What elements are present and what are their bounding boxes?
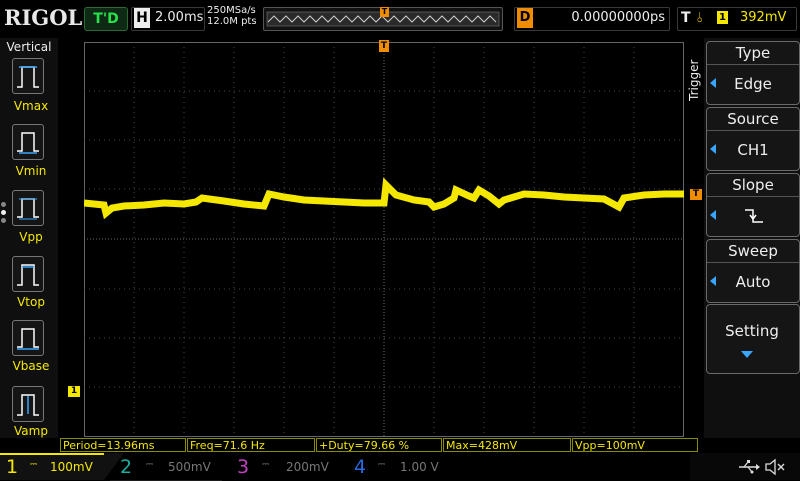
usb-icon [739,460,760,474]
page-dot [1,218,6,223]
ch2-number: 2 [120,456,133,478]
vamp-label: Vamp [14,424,48,438]
trigger-edge-icon: ⫰ [697,10,704,26]
ch3-scale: 200mV [286,460,329,474]
measurement-duty[interactable]: +Duty=79.66 % [316,438,442,452]
trigger-type-title: Type [707,42,799,65]
ch1-number: 1 [6,456,19,478]
trigger-sweep-value: Auto [735,273,771,291]
memory-depth: 12.0M pts [207,16,257,27]
trigger-level-value: 392mV [740,10,787,25]
trigger-source-title: Source [707,108,799,131]
vamp-icon [17,394,39,416]
vbase-button[interactable] [12,320,44,356]
trigger-type-value: Edge [734,75,772,93]
page-dot-active [1,210,6,215]
vmin-icon [17,132,39,154]
ch1-coupling-icon: ⎓ [30,460,38,470]
horizontal-letter: H [134,8,150,28]
ch2-scale: 500mV [168,460,211,474]
vpp-icon [17,198,39,220]
trigger-source-badge: 1 [717,11,728,24]
left-arrow-icon [710,210,716,220]
measure-menu-title: Vertical [6,40,52,54]
ch3-coupling-icon: ⎓ [262,460,270,470]
waveform-graticule[interactable] [84,42,684,437]
ch2-coupling-icon: ⎓ [146,460,154,470]
acquisition-info: 250MSa/s 12.0M pts [207,5,257,27]
ch4-scale: 1.00 V [400,460,439,474]
brand-logo: RIGOL [4,5,83,30]
vbase-label: Vbase [12,359,50,373]
trigger-source-button[interactable]: Source CH1 [706,107,800,171]
vmax-icon [17,66,39,88]
ch1-scale: 100mV [50,460,93,474]
vmin-label: Vmin [15,164,47,178]
timebase-value: 2.00ms [155,10,204,25]
falling-edge-icon [745,209,763,223]
trigger-level-marker[interactable]: T [690,189,702,200]
vpp-label: Vpp [19,230,43,244]
memory-trigger-marker: T [380,7,389,17]
vtop-icon [17,264,39,286]
vpp-button[interactable] [12,190,44,226]
measurement-vpp[interactable]: Vpp=100mV [572,438,698,452]
page-indicator [1,202,7,226]
delay-letter: D [517,8,533,28]
measurement-period[interactable]: Period=13.96ms [60,438,186,452]
run-status-badge[interactable]: T'D [84,7,128,31]
vtop-button[interactable] [12,256,44,292]
vmin-button[interactable] [12,124,44,160]
vamp-button[interactable] [12,386,44,422]
vtop-label: Vtop [17,295,45,309]
ch1-ground-marker[interactable]: 1 [68,386,80,397]
measurement-freq[interactable]: Freq=71.6 Hz [187,438,315,452]
trigger-sweep-title: Sweep [707,240,799,263]
trigger-slope-button[interactable]: Slope [706,173,800,237]
trigger-type-button[interactable]: Type Edge [706,41,800,105]
speaker-muted-icon[interactable] [764,458,786,476]
trigger-slope-title: Slope [707,174,799,197]
vmax-button[interactable] [12,58,44,94]
trigger-letter: T [681,10,691,26]
ch4-coupling-icon: ⎓ [378,460,386,470]
trigger-source-value: CH1 [737,141,769,159]
vbase-icon [17,328,39,350]
vmax-label: Vmax [13,99,49,113]
trigger-menu-title: Trigger [687,59,701,101]
ch3-number: 3 [237,456,250,478]
ch4-number: 4 [354,456,367,478]
trigger-sweep-button[interactable]: Sweep Auto [706,239,800,303]
sample-rate: 250MSa/s [207,5,256,16]
trigger-setting-label: Setting [725,322,779,340]
measurement-max[interactable]: Max=428mV [443,438,571,452]
page-dot [1,202,6,207]
trigger-position-marker[interactable]: T [379,40,389,52]
memory-overview-strip[interactable]: T [263,7,503,31]
delay-value: 0.00000000ps [571,10,665,25]
down-arrow-icon [741,351,753,358]
